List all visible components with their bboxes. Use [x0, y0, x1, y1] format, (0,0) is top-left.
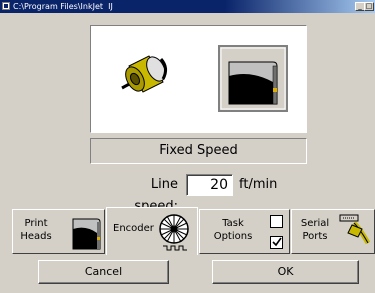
tab-encoder[interactable]: Encoder [106, 207, 198, 255]
tab-task-options-line1: Task [222, 218, 244, 229]
encoder-wheel-icon [159, 214, 189, 251]
print-head-icon [218, 45, 288, 112]
maximize-button[interactable]: □ [364, 2, 374, 11]
encoder-roller-icon [121, 55, 168, 93]
serial-cable-icon [339, 214, 371, 245]
tab-encoder-label: Encoder [113, 223, 154, 234]
preview-panel [90, 25, 307, 133]
tab-serial-ports-line2: Ports [302, 231, 328, 242]
checkbox-icons [270, 215, 283, 249]
line-speed-input[interactable]: 20 [186, 174, 233, 196]
tab-print-heads-line1: Print [24, 218, 48, 229]
app-icon [2, 2, 10, 10]
tab-task-options[interactable]: Task Options [199, 209, 290, 254]
mode-display: Fixed Speed [90, 138, 307, 164]
print-head-icon [72, 218, 101, 250]
tab-print-heads-line2: Heads [20, 231, 52, 242]
tab-task-options-line2: Options [213, 231, 253, 242]
window-title: C:\Program Files\InkJet IJ [13, 2, 113, 11]
title-bar: C:\Program Files\InkJet IJ _ □ [0, 0, 375, 13]
line-speed-unit: ft/min [239, 177, 278, 192]
tab-serial-ports-line1: Serial [300, 218, 330, 229]
tab-serial-ports[interactable]: Serial Ports [291, 209, 375, 254]
cancel-button[interactable]: Cancel [38, 260, 169, 284]
ok-button[interactable]: OK [212, 260, 359, 284]
tab-print-heads[interactable]: Print Heads [12, 209, 105, 254]
